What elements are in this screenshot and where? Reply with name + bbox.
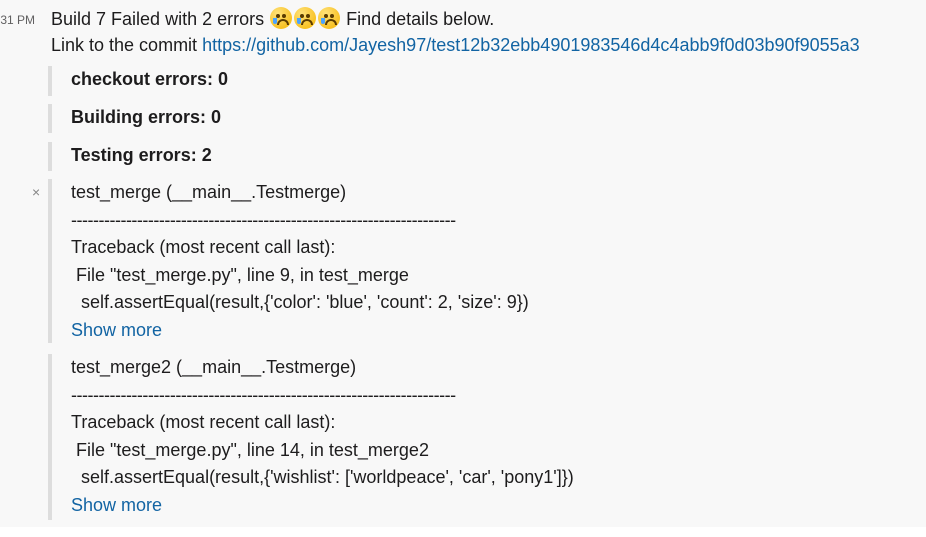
message: 31 PM Build 7 Failed with 2 errors Find … <box>0 0 926 527</box>
build-status-suffix: Find details below. <box>346 9 495 29</box>
traceback-header: Traceback (most recent call last): <box>71 237 336 257</box>
commit-line: Link to the commit https://github.com/Ja… <box>51 32 921 58</box>
testing-errors-label: Testing errors: 2 <box>71 145 212 165</box>
commit-label: Link to the commit <box>51 35 198 55</box>
crying-face-icon[interactable] <box>318 7 341 29</box>
checkout-errors-label: checkout errors: 0 <box>71 69 229 89</box>
traceback-header: Traceback (most recent call last): <box>71 412 336 432</box>
message-timestamp[interactable]: 31 PM <box>0 10 42 30</box>
show-more-link[interactable]: Show more <box>71 317 529 345</box>
attachment-building: Building errors: 0 <box>48 104 221 133</box>
show-more-link[interactable]: Show more <box>71 492 574 520</box>
build-status-line: Build 7 Failed with 2 errors Find detail… <box>51 6 921 32</box>
test-title: test_merge (__main__.Testmerge) <box>71 182 347 202</box>
divider-line: ----------------------------------------… <box>71 384 456 405</box>
traceback-code-line: self.assertEqual(result,{'wishlist': ['w… <box>71 467 574 487</box>
attachment-test-merge: test_merge (__main__.Testmerge) --------… <box>48 179 529 343</box>
attachment-testing: Testing errors: 2 <box>48 142 212 171</box>
traceback-file-line: File "test_merge.py", line 14, in test_m… <box>71 439 429 460</box>
divider-line: ----------------------------------------… <box>71 209 456 230</box>
traceback-file-line: File "test_merge.py", line 9, in test_me… <box>71 264 409 285</box>
close-icon[interactable]: × <box>32 184 40 200</box>
building-errors-label: Building errors: 0 <box>71 107 222 127</box>
build-status-text: Build 7 Failed with 2 errors <box>51 9 265 29</box>
message-body: Build 7 Failed with 2 errors Find detail… <box>51 6 921 58</box>
crying-face-icon[interactable] <box>294 7 317 29</box>
traceback-code-line: self.assertEqual(result,{'color': 'blue'… <box>71 292 529 312</box>
crying-face-icon[interactable] <box>270 7 293 29</box>
attachment-checkout: checkout errors: 0 <box>48 66 228 96</box>
commit-link[interactable]: https://github.com/Jayesh97/test12b32ebb… <box>202 35 860 55</box>
test-title: test_merge2 (__main__.Testmerge) <box>71 357 357 377</box>
attachment-test-merge2: test_merge2 (__main__.Testmerge) -------… <box>48 354 574 520</box>
